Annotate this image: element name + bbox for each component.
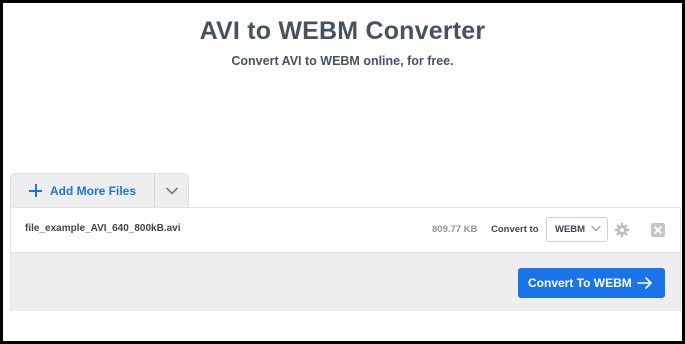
action-bar: Convert To WEBM bbox=[11, 252, 680, 311]
chevron-down-icon bbox=[166, 187, 178, 194]
gear-icon[interactable] bbox=[614, 222, 630, 238]
plus-icon bbox=[29, 184, 42, 197]
convert-to-label: Convert to bbox=[491, 224, 539, 235]
add-more-files-button[interactable]: Add More Files bbox=[11, 174, 154, 207]
convert-button[interactable]: Convert To WEBM bbox=[518, 268, 665, 298]
add-more-files-label: Add More Files bbox=[50, 183, 137, 198]
file-tab-strip: Add More Files bbox=[10, 173, 189, 207]
file-name: file_example_AVI_640_800kB.avi bbox=[25, 223, 181, 234]
close-icon[interactable] bbox=[650, 222, 666, 238]
file-size: 809.77 KB bbox=[432, 224, 478, 235]
arrow-right-icon bbox=[637, 277, 652, 289]
convert-button-label: Convert To WEBM bbox=[528, 276, 632, 290]
file-row: file_example_AVI_640_800kB.avi 809.77 KB… bbox=[11, 208, 680, 252]
add-files-dropdown-button[interactable] bbox=[155, 174, 189, 207]
output-format-select[interactable]: WEBM bbox=[546, 217, 608, 242]
page-title: AVI to WEBM Converter bbox=[199, 17, 486, 45]
page-frame: AVI to WEBM Converter Convert AVI to WEB… bbox=[0, 0, 685, 344]
output-format-value: WEBM bbox=[555, 224, 586, 235]
chevron-down-icon bbox=[591, 225, 601, 232]
page-subtitle: Convert AVI to WEBM online, for free. bbox=[231, 54, 454, 68]
file-panel: file_example_AVI_640_800kB.avi 809.77 KB… bbox=[10, 207, 681, 311]
